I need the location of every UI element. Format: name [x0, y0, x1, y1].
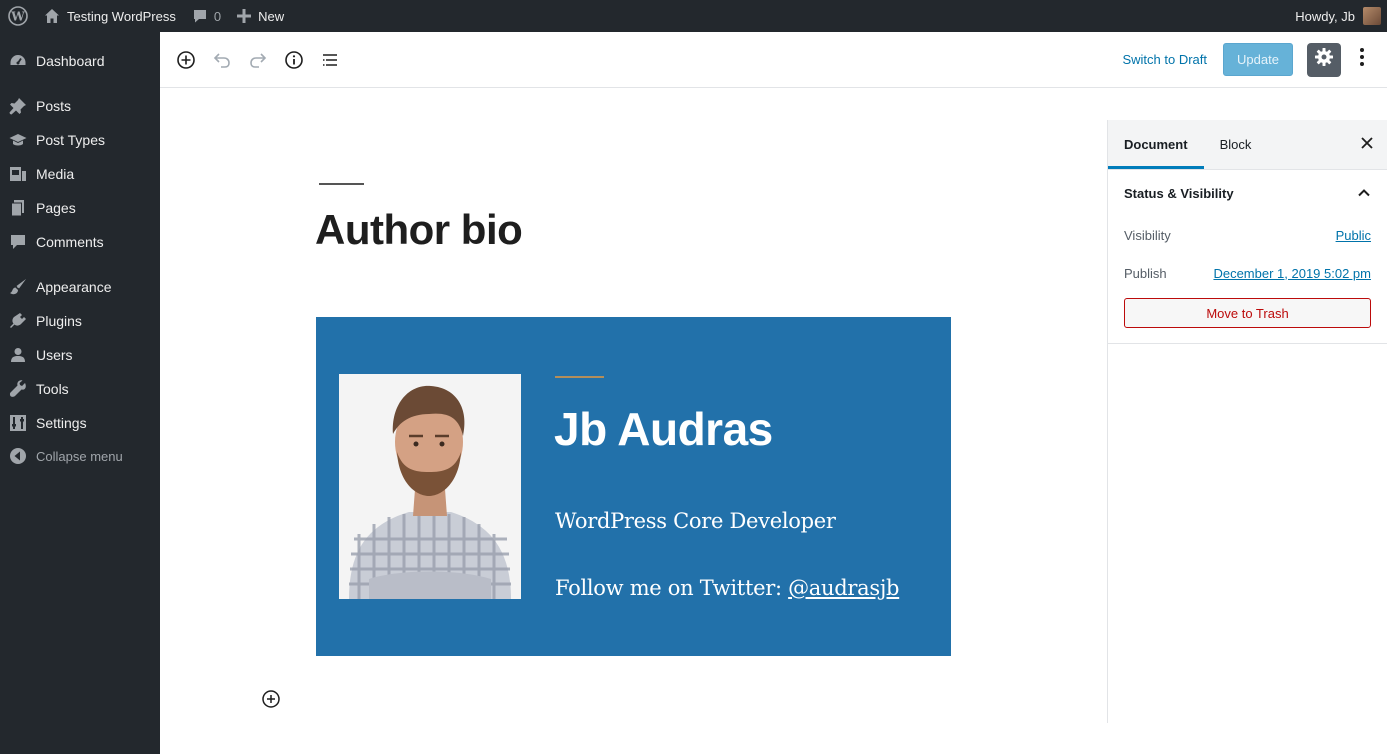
comment-bubble-icon: [192, 8, 208, 24]
editor-toolbar: Switch to Draft Update: [160, 32, 1387, 88]
author-name[interactable]: Jb Audras: [554, 402, 773, 456]
new-label: New: [258, 8, 285, 24]
pages-icon: [0, 199, 36, 217]
new-content-link[interactable]: New: [229, 0, 292, 32]
comments-link[interactable]: 0: [184, 0, 229, 32]
sidebar-collapse-menu[interactable]: Collapse menu: [0, 439, 160, 473]
settings-sidebar: Document Block Status & Visibility Visib…: [1107, 120, 1387, 723]
twitter-prefix: Follow me on Twitter:: [555, 576, 789, 600]
media-icon: [0, 165, 36, 183]
content-info-button[interactable]: [276, 42, 312, 78]
close-icon: [1361, 136, 1373, 154]
admin-sidebar: Dashboard Posts Post Types Media Pages C…: [0, 32, 160, 754]
redo-icon: [248, 50, 268, 70]
twitter-handle-link[interactable]: @audrasjb: [788, 576, 899, 600]
wrench-icon: [0, 380, 36, 398]
tab-document[interactable]: Document: [1108, 120, 1204, 169]
settings-toggle-button[interactable]: [1307, 42, 1341, 77]
sidebar-item-pages[interactable]: Pages: [0, 191, 160, 225]
sidebar-item-label: Appearance: [36, 279, 112, 295]
cover-separator: [555, 376, 604, 378]
sidebar-item-label: Post Types: [36, 132, 106, 148]
sidebar-item-label: Media: [36, 166, 75, 182]
sidebar-item-appearance[interactable]: Appearance: [0, 270, 160, 304]
sidebar-item-media[interactable]: Media: [0, 157, 160, 191]
plus-icon: [237, 9, 252, 23]
editor-canvas: Author bio Jb Audras WordPress Core Deve…: [160, 88, 1107, 754]
greeting: Howdy, Jb: [1295, 8, 1355, 24]
admin-bar: W Testing WordPress 0 New Howdy, Jb: [0, 0, 1387, 32]
sidebar-item-label: Dashboard: [36, 53, 105, 69]
chevron-up-icon[interactable]: [1357, 186, 1371, 205]
undo-button[interactable]: [204, 42, 240, 78]
svg-text:W: W: [10, 10, 25, 24]
update-button[interactable]: Update: [1223, 43, 1293, 76]
sidebar-item-posts[interactable]: Posts: [0, 89, 160, 123]
redo-button[interactable]: [240, 42, 276, 78]
publish-label: Publish: [1124, 265, 1167, 281]
close-sidebar-button[interactable]: [1357, 135, 1377, 155]
comments-count: 0: [213, 8, 222, 24]
sidebar-item-settings[interactable]: Settings: [0, 406, 160, 440]
author-portrait: [339, 374, 521, 599]
visibility-toggle-link[interactable]: Public: [1336, 228, 1371, 243]
dashboard-icon: [0, 52, 36, 70]
sidebar-item-post-types[interactable]: Post Types: [0, 123, 160, 157]
publish-row: Publish December 1, 2019 5:02 pm: [1124, 254, 1371, 292]
pin-icon: [0, 97, 36, 115]
switch-to-draft-button[interactable]: Switch to Draft: [1114, 52, 1215, 67]
more-vertical-icon: [1359, 47, 1365, 72]
undo-icon: [212, 50, 232, 70]
sidebar-item-label: Tools: [36, 381, 69, 397]
add-block-button[interactable]: [168, 42, 204, 78]
sidebar-item-label: Plugins: [36, 313, 82, 329]
mortarboard-icon: [0, 131, 36, 149]
visibility-label: Visibility: [1124, 227, 1171, 243]
brush-icon: [0, 278, 36, 296]
user-icon: [0, 346, 36, 364]
title-separator: [319, 183, 364, 185]
sidebar-item-plugins[interactable]: Plugins: [0, 304, 160, 338]
post-title[interactable]: Author bio: [315, 206, 523, 254]
sidebar-item-label: Settings: [36, 415, 87, 431]
plus-circle-icon: [261, 690, 281, 713]
sidebar-item-comments[interactable]: Comments: [0, 225, 160, 259]
plugin-icon: [0, 312, 36, 330]
status-visibility-toggle[interactable]: Status & Visibility: [1124, 170, 1371, 216]
home-icon: [44, 8, 60, 24]
sidebar-item-label: Comments: [36, 234, 104, 250]
comment-icon: [0, 233, 36, 251]
sidebar-item-tools[interactable]: Tools: [0, 372, 160, 406]
sidebar-item-users[interactable]: Users: [0, 338, 160, 372]
account-menu[interactable]: Howdy, Jb: [1287, 0, 1387, 32]
status-visibility-panel: Status & Visibility Visibility Public Pu…: [1108, 170, 1387, 344]
info-icon: [284, 50, 304, 70]
sidebar-item-dashboard[interactable]: Dashboard: [0, 44, 160, 78]
more-tools-button[interactable]: [1345, 43, 1379, 77]
author-role[interactable]: WordPress Core Developer: [555, 509, 836, 533]
sliders-icon: [0, 414, 36, 432]
sidebar-item-label: Users: [36, 347, 73, 363]
publish-date-link[interactable]: December 1, 2019 5:02 pm: [1213, 266, 1371, 281]
list-icon: [320, 50, 340, 70]
collapse-icon: [0, 447, 36, 465]
cover-block[interactable]: Jb Audras WordPress Core Developer Follo…: [316, 317, 951, 656]
sidebar-item-label: Posts: [36, 98, 72, 114]
block-inserter-button[interactable]: [261, 689, 281, 709]
twitter-line[interactable]: Follow me on Twitter: @audrasjb: [555, 576, 899, 600]
wordpress-logo-icon[interactable]: W: [0, 0, 36, 32]
plus-circle-icon: [176, 50, 196, 70]
site-name-link[interactable]: Testing WordPress: [36, 0, 184, 32]
block-navigation-button[interactable]: [312, 42, 348, 78]
visibility-row: Visibility Public: [1124, 216, 1371, 254]
gear-icon: [1314, 47, 1334, 72]
tab-block[interactable]: Block: [1204, 120, 1268, 169]
avatar: [1363, 7, 1381, 25]
site-name: Testing WordPress: [67, 8, 176, 24]
sidebar-item-label: Pages: [36, 200, 76, 216]
sidebar-tabs: Document Block: [1108, 120, 1387, 170]
sidebar-item-label: Collapse menu: [36, 448, 123, 464]
move-to-trash-button[interactable]: Move to Trash: [1124, 298, 1371, 328]
